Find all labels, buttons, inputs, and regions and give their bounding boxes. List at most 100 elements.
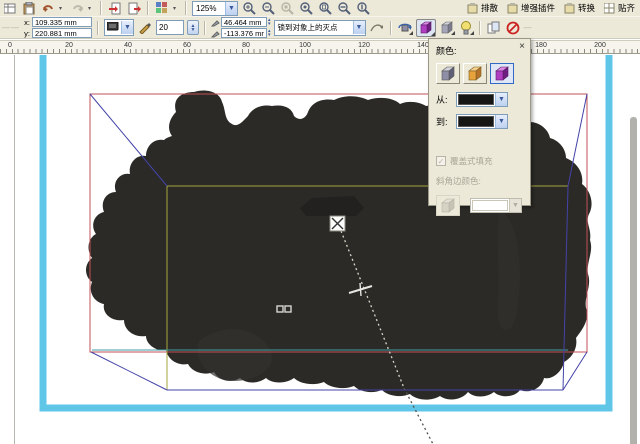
- extrude-bevel-button[interactable]: [439, 21, 455, 35]
- depth-icon: [137, 21, 153, 35]
- separator: [185, 1, 187, 15]
- object-position-group: x: y:: [23, 17, 92, 38]
- export-icon[interactable]: [126, 1, 142, 15]
- from-color-picker[interactable]: ▼: [456, 92, 508, 107]
- bevel-color-button[interactable]: [436, 195, 460, 216]
- drawing-canvas[interactable]: [0, 55, 640, 444]
- ruler-ticks: [0, 49, 640, 53]
- standard-toolbar: ▾ ▾ ▾ 125% ▼ 排散 增强插件 转换 贴齐: [0, 0, 640, 17]
- extrude-diagonal-bl[interactable]: [90, 351, 168, 391]
- flyout-corner: [450, 30, 455, 35]
- zoom-selected-icon[interactable]: [279, 1, 295, 15]
- canvas-artwork: [14, 55, 613, 444]
- x-position-input[interactable]: [32, 17, 92, 27]
- import-icon[interactable]: [107, 1, 123, 15]
- ruler-label: 120: [358, 42, 370, 49]
- vp-y-spinner[interactable]: ▴ ▾: [268, 29, 271, 38]
- vp-x-input[interactable]: [221, 17, 267, 27]
- x-label: x:: [24, 17, 30, 27]
- extrude-lighting-button[interactable]: [458, 20, 474, 35]
- toolbar-button-break-apart[interactable]: 排散: [464, 2, 501, 14]
- redo-dropdown-arrow[interactable]: ▾: [88, 5, 95, 12]
- disabled-handle-icon: ——: [2, 23, 20, 32]
- vp-properties-dropdown[interactable]: 锁到对象上的灭点 ▼: [273, 19, 366, 36]
- ruler-label: 180: [535, 42, 547, 49]
- separator: [204, 20, 206, 35]
- to-color-swatch: [458, 116, 494, 127]
- copy-extrude-properties-icon[interactable]: [486, 21, 502, 35]
- to-color-picker[interactable]: ▼: [456, 114, 508, 129]
- stamp-icon: [467, 2, 478, 13]
- chevron-down-icon[interactable]: ▼: [495, 93, 507, 106]
- drape-fills-label: 覆盖式填充: [450, 156, 493, 166]
- zoom-in-icon[interactable]: [241, 1, 257, 15]
- ruler-label: 20: [65, 42, 73, 49]
- extrude-diagonal-tl[interactable]: [89, 93, 168, 187]
- vanishing-point-marker[interactable]: [329, 215, 346, 232]
- use-color-shading-button[interactable]: [490, 63, 514, 84]
- toolbar-button-convert[interactable]: 转换: [561, 2, 598, 14]
- separator: [478, 20, 481, 35]
- ruler-label: 60: [183, 42, 191, 49]
- chevron-down-icon[interactable]: ▼: [352, 21, 365, 34]
- zoom-page-icon[interactable]: [317, 1, 333, 15]
- redo-icon[interactable]: [69, 1, 85, 15]
- depth-input[interactable]: [156, 20, 184, 35]
- paste-icon[interactable]: [21, 1, 37, 15]
- zoom-page-width-icon[interactable]: [336, 1, 352, 15]
- depth-spinner[interactable]: ▲ ▼: [187, 20, 199, 35]
- vanishing-point-coords-group: ▴▾ ▴▾: [211, 17, 271, 38]
- horizontal-ruler[interactable]: 0 20 40 60 80 100 120 140 160 180 200: [0, 40, 640, 54]
- flyout-corner: [408, 30, 413, 35]
- zoom-all-objects-icon[interactable]: [298, 1, 314, 15]
- app-launcher-icon[interactable]: [154, 1, 170, 15]
- vertical-scrollbar-thumb[interactable]: [630, 117, 637, 444]
- undo-icon[interactable]: [40, 1, 56, 15]
- toolbar-button-snap[interactable]: 贴齐: [601, 2, 638, 14]
- chevron-down-icon: ▼: [509, 199, 521, 212]
- use-object-fill-button[interactable]: [436, 63, 460, 84]
- extrude-rotation-button[interactable]: [397, 21, 413, 35]
- zoom-out-icon[interactable]: [260, 1, 276, 15]
- ruler-label: 100: [299, 42, 311, 49]
- stamp-icon: [564, 2, 575, 13]
- chevron-down-icon[interactable]: ▼: [495, 115, 507, 128]
- ruler-label: 200: [594, 42, 606, 49]
- chevron-down-icon[interactable]: ▼: [121, 21, 133, 34]
- copy-vp-icon[interactable]: [369, 21, 385, 35]
- zoom-level-value: 125%: [196, 3, 217, 13]
- extrusion-type-combo[interactable]: ▼: [104, 19, 134, 36]
- undo-dropdown-arrow[interactable]: ▾: [59, 5, 66, 12]
- y-position-input[interactable]: [32, 28, 92, 38]
- separator: [147, 1, 149, 15]
- chevron-down-icon[interactable]: ▼: [225, 1, 237, 15]
- ruler-label: 40: [124, 42, 132, 49]
- bevel-color-picker[interactable]: ▼: [470, 198, 522, 213]
- bevel-color-label: 斜角边颜色:: [436, 176, 481, 186]
- toolbar-button-enhanced-plugin[interactable]: 增强插件: [504, 2, 558, 14]
- close-icon[interactable]: ×: [519, 42, 525, 52]
- vp-x-spinner[interactable]: ▴ ▾: [268, 18, 271, 27]
- use-solid-color-button[interactable]: [463, 63, 487, 84]
- vp-y-icon: [211, 30, 220, 37]
- vp-y-input[interactable]: [221, 28, 267, 38]
- extrude-color-flyout: × 颜色: 从: ▼ 到: ▼ ✓ 覆盖式填充 斜角边颜色: ▼: [428, 38, 531, 216]
- app-launcher-dropdown-arrow[interactable]: ▾: [173, 5, 180, 12]
- clear-extrude-icon[interactable]: [505, 21, 521, 35]
- extrusion-type-icon: [105, 21, 121, 34]
- separator: [389, 20, 392, 35]
- extrude-color-button[interactable]: [415, 18, 436, 37]
- toolbar-button-label: 排散: [480, 3, 498, 13]
- toolbar-button-label: 贴齐: [617, 3, 635, 13]
- zoom-page-height-icon[interactable]: [355, 1, 371, 15]
- from-label: 从:: [436, 95, 448, 105]
- zoom-level-combo[interactable]: 125% ▼: [192, 0, 238, 16]
- to-label: 到:: [436, 117, 448, 127]
- ruler-label: 80: [242, 42, 250, 49]
- panel-title: 颜色:: [436, 46, 457, 56]
- color-mode-buttons: [436, 63, 523, 84]
- table-icon[interactable]: [2, 1, 18, 15]
- drape-fills-checkbox[interactable]: ✓: [436, 156, 446, 166]
- toolbar-button-label: 转换: [577, 3, 595, 13]
- separator: [97, 20, 99, 35]
